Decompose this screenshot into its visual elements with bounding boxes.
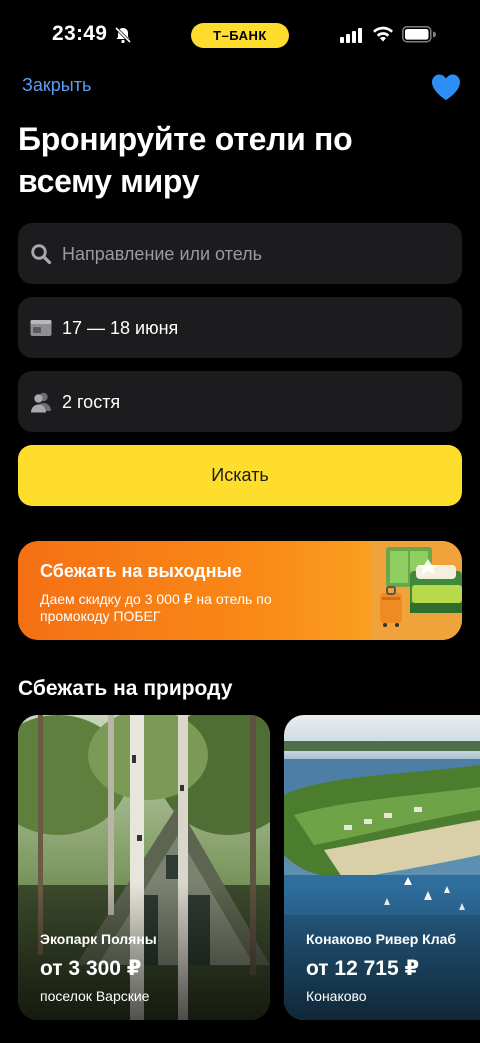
wifi-icon (373, 26, 393, 42)
close-button[interactable]: Закрыть (22, 75, 91, 96)
search-button[interactable]: Искать (18, 445, 462, 506)
card-location: поселок Варские (40, 988, 150, 1004)
hotel-room-illustration (372, 541, 462, 640)
hotel-card[interactable]: Экопарк Поляны от 3 300 ₽ поселок Варски… (18, 715, 270, 1020)
card-name: Конаково Ривер Клаб (306, 931, 457, 947)
bell-off-icon (114, 26, 132, 44)
card-price: от 12 715 ₽ (306, 957, 420, 980)
card-name: Экопарк Поляны (40, 931, 157, 947)
page-title: Бронируйте отели по всему миру (18, 121, 353, 199)
dates-value: 17 — 18 июня (62, 318, 179, 338)
heart-icon[interactable] (430, 72, 462, 102)
promo-banner[interactable]: Сбежать на выходные Даем скидку до 3 000… (18, 541, 462, 640)
promo-title: Сбежать на выходные (40, 561, 242, 581)
destination-placeholder: Направление или отель (62, 244, 263, 264)
section-title: Сбежать на природу (18, 677, 233, 700)
status-time: 23:49 (52, 22, 108, 45)
status-bar: 23:49 T–БАНК (0, 0, 480, 70)
dates-field[interactable]: 17 — 18 июня (18, 297, 462, 358)
promo-subtitle: Даем скидку до 3 000 ₽ на отель по промо… (40, 591, 272, 624)
card-location: Конаково (306, 988, 367, 1004)
calendar-icon (30, 320, 52, 336)
guests-field[interactable]: 2 гостя (18, 371, 462, 432)
hotel-card[interactable]: Конаково Ривер Клаб от 12 715 ₽ Конаково (284, 715, 480, 1020)
search-icon (31, 244, 52, 265)
guests-icon (31, 392, 51, 413)
signal-icon (340, 28, 362, 43)
destination-field[interactable]: Направление или отель (18, 223, 462, 284)
battery-icon (402, 26, 436, 43)
carrier-pill: T–БАНК (191, 23, 289, 48)
card-price: от 3 300 ₽ (40, 957, 142, 980)
guests-value: 2 гостя (62, 392, 121, 412)
